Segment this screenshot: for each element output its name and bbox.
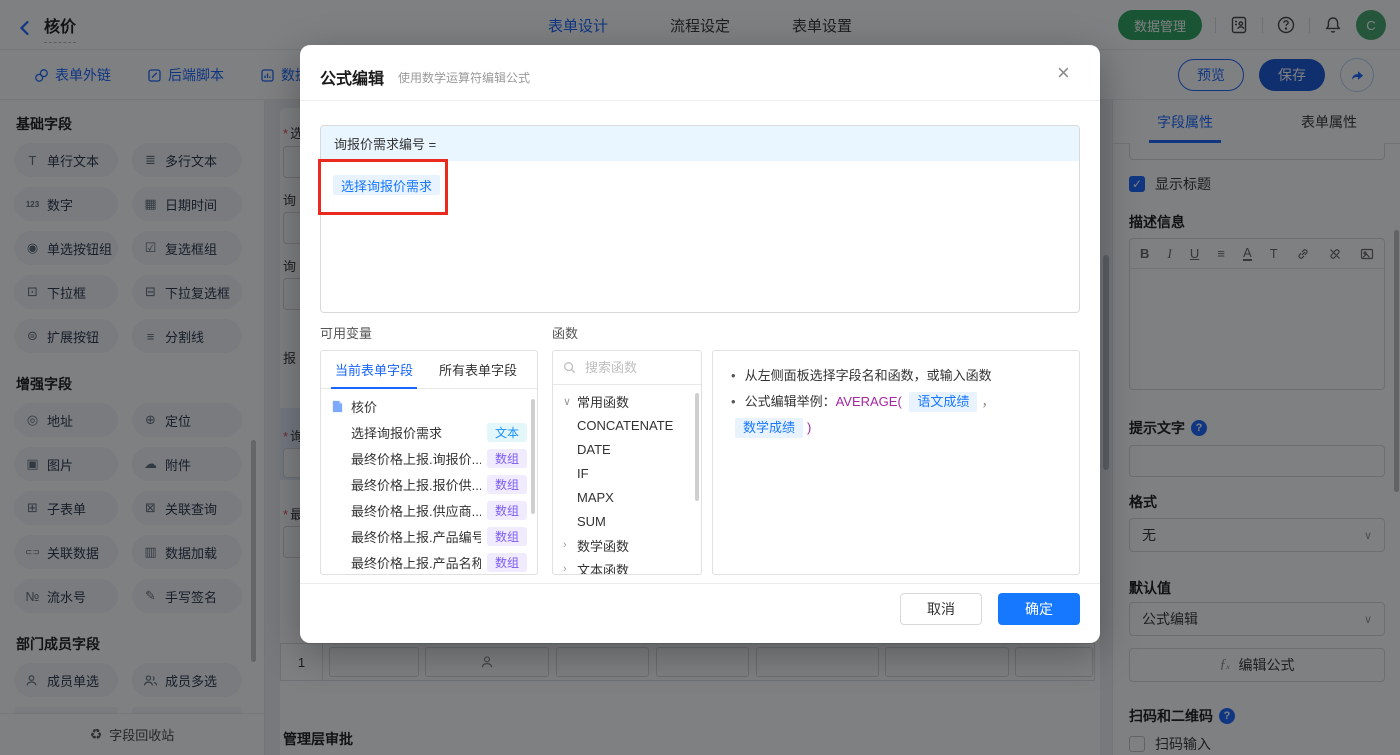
func-item[interactable]: CONCATENATE bbox=[553, 413, 701, 437]
help-line-1: • 从左侧面板选择字段名和函数，或输入函数 bbox=[731, 368, 992, 383]
app-screen: 核价 表单设计 流程设定 表单设置 数据管理 bbox=[0, 0, 1400, 755]
help-line-2: • 公式编辑举例：AVERAGE( 语文成绩， 数学成绩) bbox=[731, 389, 1061, 441]
tab-all-form-fields[interactable]: 所有表单字段 bbox=[439, 351, 517, 389]
example-chip: 数学成绩 bbox=[735, 418, 804, 438]
func-item[interactable]: MAPX bbox=[553, 485, 701, 509]
type-badge: 数组 bbox=[486, 552, 527, 572]
modal-footer-divider bbox=[300, 583, 1100, 584]
variable-row[interactable]: 最终价格上报.供应商... 数组 bbox=[321, 497, 537, 523]
variable-row[interactable]: 选择询报价需求 文本 bbox=[321, 419, 537, 445]
type-badge: 数组 bbox=[486, 474, 527, 494]
example-chip: 语文成绩 bbox=[909, 392, 978, 412]
variable-row[interactable]: 最终价格上报.产品编号 数组 bbox=[321, 523, 537, 549]
func-group-common[interactable]: ∨ 常用函数 bbox=[553, 389, 701, 413]
variables-tabs: 当前表单字段 所有表单字段 bbox=[321, 351, 537, 389]
function-name: AVERAGE( bbox=[835, 394, 902, 409]
func-item[interactable]: IF bbox=[553, 461, 701, 485]
confirm-button[interactable]: 确定 bbox=[998, 593, 1080, 625]
formula-edit-modal: 公式编辑 使用数学运算符编辑公式 × 询报价需求编号 = 选择询报价需求 可用变… bbox=[300, 45, 1100, 643]
formula-editor: 询报价需求编号 = 选择询报价需求 bbox=[320, 125, 1080, 313]
variable-row[interactable]: 最终价格上报.报价供... 数组 bbox=[321, 471, 537, 497]
variable-row[interactable]: 最终价格上报.询报价... 数组 bbox=[321, 445, 537, 471]
function-search[interactable] bbox=[553, 351, 701, 385]
type-badge: 数组 bbox=[486, 500, 527, 520]
help-panel: • 从左侧面板选择字段名和函数，或输入函数 • 公式编辑举例：AVERAGE( 语文… bbox=[712, 350, 1080, 575]
chevron-right-icon: › bbox=[563, 539, 567, 551]
modal-title: 公式编辑 bbox=[320, 71, 385, 88]
search-icon bbox=[564, 362, 576, 374]
modal-subtitle: 使用数学运算符编辑公式 bbox=[398, 70, 531, 85]
type-badge: 文本 bbox=[486, 422, 527, 442]
formula-target: 询报价需求编号 = bbox=[321, 126, 1079, 161]
cancel-button[interactable]: 取消 bbox=[900, 593, 982, 625]
function-search-input[interactable] bbox=[583, 359, 683, 376]
type-badge: 数组 bbox=[486, 526, 527, 546]
func-group-text[interactable]: › 文本函数 bbox=[553, 557, 701, 575]
variables-label: 可用变量 bbox=[320, 326, 373, 341]
func-item[interactable]: DATE bbox=[553, 437, 701, 461]
variables-scrollbar[interactable] bbox=[531, 399, 535, 514]
close-icon[interactable]: × bbox=[1057, 62, 1070, 84]
functions-scrollbar[interactable] bbox=[695, 393, 699, 501]
variables-panel: 当前表单字段 所有表单字段 核价 选择询报价需求 文本 最终价格上报.询报价...… bbox=[320, 350, 538, 575]
tab-current-form-fields[interactable]: 当前表单字段 bbox=[330, 351, 418, 389]
functions-label: 函数 bbox=[552, 326, 579, 341]
variable-row[interactable]: 最终价格上报.产品名称 数组 bbox=[321, 549, 537, 574]
form-file-icon bbox=[332, 400, 343, 412]
chevron-down-icon: ∨ bbox=[563, 395, 572, 408]
func-item[interactable]: SUM bbox=[553, 509, 701, 533]
chevron-right-icon: › bbox=[563, 563, 567, 575]
functions-panel: ∨常用函数 CONCATENATE DATE IF MAPX SUM ›数学函数… bbox=[552, 350, 702, 575]
type-badge: 数组 bbox=[486, 448, 527, 468]
tree-root-row[interactable]: 核价 bbox=[321, 393, 537, 419]
modal-header-divider bbox=[300, 100, 1100, 101]
func-group-math[interactable]: › 数学函数 bbox=[553, 533, 701, 557]
annotation-red-box bbox=[318, 159, 448, 215]
